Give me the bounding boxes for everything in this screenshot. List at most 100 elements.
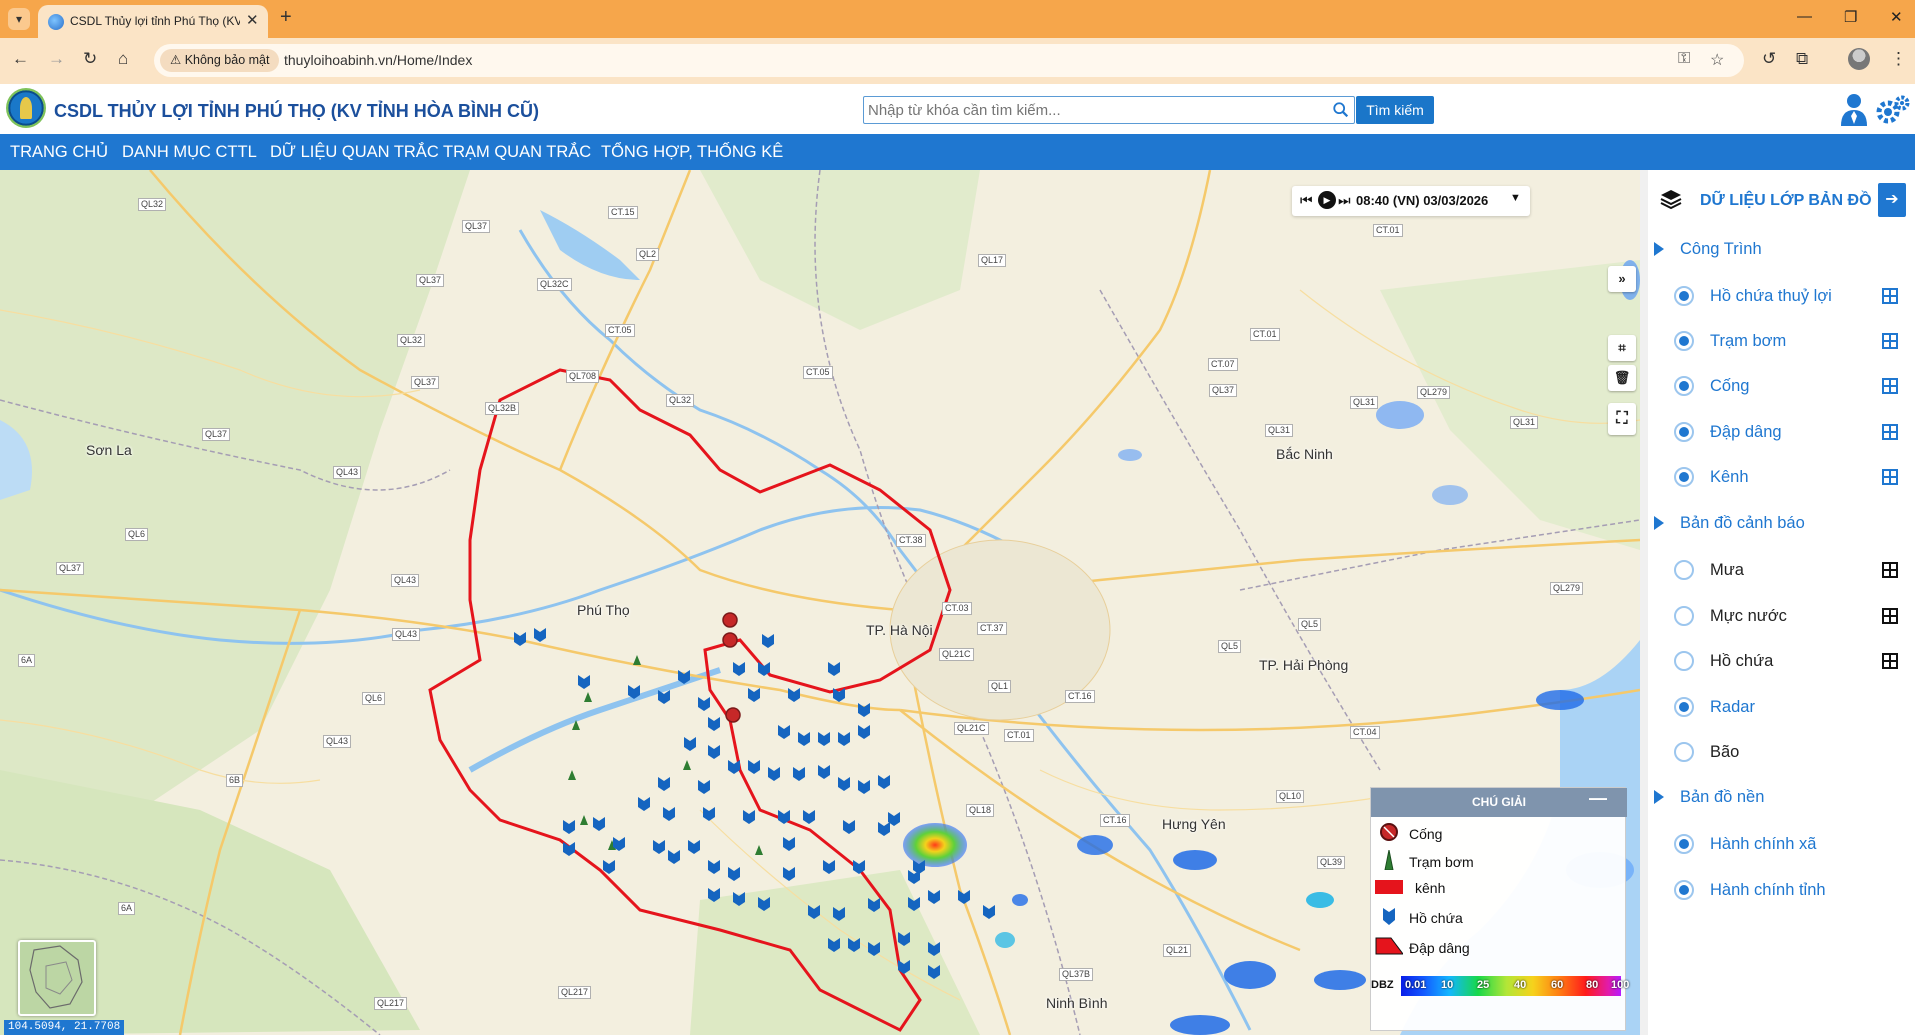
grid-icon[interactable] [1882, 562, 1898, 578]
expand-icon[interactable]: ⛶ [1608, 403, 1636, 435]
layer-radio[interactable] [1674, 880, 1694, 900]
layer-radio[interactable] [1674, 606, 1694, 626]
layer-rain[interactable]: Mưa [1674, 557, 1904, 585]
layer-label[interactable]: Hành chính xã [1710, 835, 1816, 854]
road-label: QL37 [202, 428, 231, 441]
bookmark-star-icon[interactable]: ☆ [1710, 50, 1724, 70]
tab-search-icon[interactable]: ▾ [8, 8, 30, 30]
close-tab-icon[interactable]: ✕ [246, 11, 259, 29]
search-icon[interactable] [1332, 101, 1350, 119]
security-indicator[interactable]: ⚠ Không bảo mật [160, 49, 280, 72]
layer-radio[interactable] [1674, 742, 1694, 762]
trash-icon[interactable]: 🗑 [1608, 365, 1636, 391]
layer-label[interactable]: Cống [1710, 377, 1749, 396]
grid-icon[interactable] [1882, 653, 1898, 669]
layer-storm[interactable]: Bão [1674, 739, 1904, 767]
group-label[interactable]: Bản đồ cảnh báo [1680, 514, 1805, 533]
minimap[interactable] [18, 940, 96, 1016]
logo[interactable] [6, 88, 46, 128]
caret-right-icon[interactable] [1654, 516, 1664, 530]
nav-home[interactable]: TRANG CHỦ [10, 143, 108, 162]
layer-canal[interactable]: Kênh [1674, 464, 1904, 492]
minimize-icon[interactable]: — [1797, 8, 1812, 25]
grid-icon[interactable] [1882, 608, 1898, 624]
collapse-panel-button[interactable]: » [1608, 266, 1636, 292]
search-input[interactable] [868, 100, 1308, 120]
caret-right-icon[interactable] [1654, 242, 1664, 256]
layer-radio[interactable] [1674, 697, 1694, 717]
browser-menu-icon[interactable]: ⋮ [1890, 49, 1907, 69]
layer-reservoir-warning[interactable]: Hồ chứa [1674, 648, 1904, 676]
browser-tab[interactable]: CSDL Thủy lợi tỉnh Phú Thọ (KV ✕ [38, 5, 268, 38]
back-icon[interactable]: ← [12, 49, 29, 69]
legend-minimize-icon[interactable]: — [1589, 788, 1607, 809]
layer-province-admin[interactable]: Hành chính tỉnh [1674, 877, 1904, 905]
url-text[interactable]: thuyloihoabinh.vn/Home/Index [284, 52, 472, 68]
layer-reservoir[interactable]: Hồ chứa thuỷ lợi [1674, 283, 1904, 311]
nav-monitoring-data[interactable]: DỮ LIỆU QUAN TRẮC [270, 143, 439, 162]
panel-toggle-arrow-icon[interactable]: ➔ [1878, 183, 1906, 217]
grid-icon[interactable] [1882, 288, 1898, 304]
layer-label[interactable]: Radar [1710, 698, 1755, 717]
road-label: QL37 [1209, 384, 1238, 397]
app-title[interactable]: CSDL THỦY LỢI TỈNH PHÚ THỌ (KV TỈNH HÒA … [54, 101, 539, 122]
layer-radio[interactable] [1674, 560, 1694, 580]
skip-forward-icon[interactable]: ⏭ [1338, 192, 1351, 209]
skip-back-icon[interactable]: ⏮ [1300, 192, 1313, 209]
settings-icon[interactable] [1876, 94, 1910, 126]
group-label[interactable]: Công Trình [1680, 240, 1762, 259]
pump-icon [1384, 850, 1394, 870]
reload-icon[interactable]: ↻ [83, 49, 97, 69]
layer-commune-admin[interactable]: Hành chính xã [1674, 831, 1904, 859]
grid-icon[interactable] [1882, 378, 1898, 394]
layer-label[interactable]: Mưa [1710, 561, 1744, 580]
layer-label[interactable]: Hồ chứa thuỷ lợi [1710, 287, 1832, 306]
omnibox[interactable]: ⚠ Không bảo mật thuyloihoabinh.vn/Home/I… [154, 44, 1744, 77]
map-canvas[interactable]: Sơn La Phú Thọ TP. Hà Nội Bắc Ninh TP. H… [0, 170, 1640, 1035]
layer-radio[interactable] [1674, 467, 1694, 487]
window-close-icon[interactable]: ✕ [1890, 8, 1903, 26]
layer-sluice[interactable]: Cống [1674, 373, 1904, 401]
layer-label[interactable]: Trạm bơm [1710, 332, 1786, 351]
history-icon[interactable]: ↺ [1762, 49, 1776, 69]
forward-icon[interactable]: → [48, 49, 65, 69]
new-tab-icon[interactable]: + [280, 6, 292, 29]
layer-pump[interactable]: Trạm bơm [1674, 328, 1904, 356]
nav-monitoring-stations[interactable]: TRẠM QUAN TRẮC [443, 143, 591, 162]
layer-weir[interactable]: Đập dâng [1674, 419, 1904, 447]
grid-icon[interactable] [1882, 333, 1898, 349]
grid-icon[interactable] [1882, 469, 1898, 485]
nav-statistics[interactable]: TỔNG HỢP, THỐNG KÊ [601, 143, 783, 162]
layer-water-level[interactable]: Mực nước [1674, 603, 1904, 631]
profile-avatar[interactable] [1848, 48, 1870, 70]
extensions-icon[interactable]: ⧉ [1796, 49, 1808, 69]
group-label[interactable]: Bản đồ nền [1680, 788, 1764, 807]
search-button[interactable]: Tìm kiếm [1356, 96, 1434, 124]
grid-icon[interactable] [1882, 424, 1898, 440]
play-icon[interactable]: ▶ [1318, 191, 1336, 209]
layer-radio[interactable] [1674, 422, 1694, 442]
layer-label[interactable]: Hồ chứa [1710, 652, 1773, 671]
layer-radar[interactable]: Radar [1674, 694, 1904, 722]
layer-label[interactable]: Kênh [1710, 468, 1749, 487]
layer-label[interactable]: Hành chính tỉnh [1710, 881, 1826, 900]
home-icon[interactable]: ⌂ [118, 49, 128, 69]
layer-radio[interactable] [1674, 331, 1694, 351]
layer-radio[interactable] [1674, 376, 1694, 396]
layer-radio[interactable] [1674, 834, 1694, 854]
user-icon[interactable] [1838, 92, 1870, 126]
layer-radio[interactable] [1674, 286, 1694, 306]
time-label[interactable]: 08:40 (VN) 03/03/2026 [1356, 193, 1488, 208]
key-icon[interactable]: ⚿ [1678, 50, 1690, 68]
layer-label[interactable]: Bão [1710, 743, 1739, 762]
layer-radio[interactable] [1674, 651, 1694, 671]
chevron-down-icon[interactable]: ▼ [1510, 192, 1521, 204]
layer-label[interactable]: Đập dâng [1710, 423, 1782, 442]
restore-icon[interactable]: ❐ [1844, 8, 1857, 26]
road-label: QL10 [1276, 790, 1305, 803]
caret-right-icon[interactable] [1654, 790, 1664, 804]
road-label: QL37 [411, 376, 440, 389]
nav-works-catalog[interactable]: DANH MỤC CTTL [122, 143, 257, 162]
layer-label[interactable]: Mực nước [1710, 607, 1787, 626]
crop-icon[interactable]: ⌗ [1608, 335, 1636, 361]
